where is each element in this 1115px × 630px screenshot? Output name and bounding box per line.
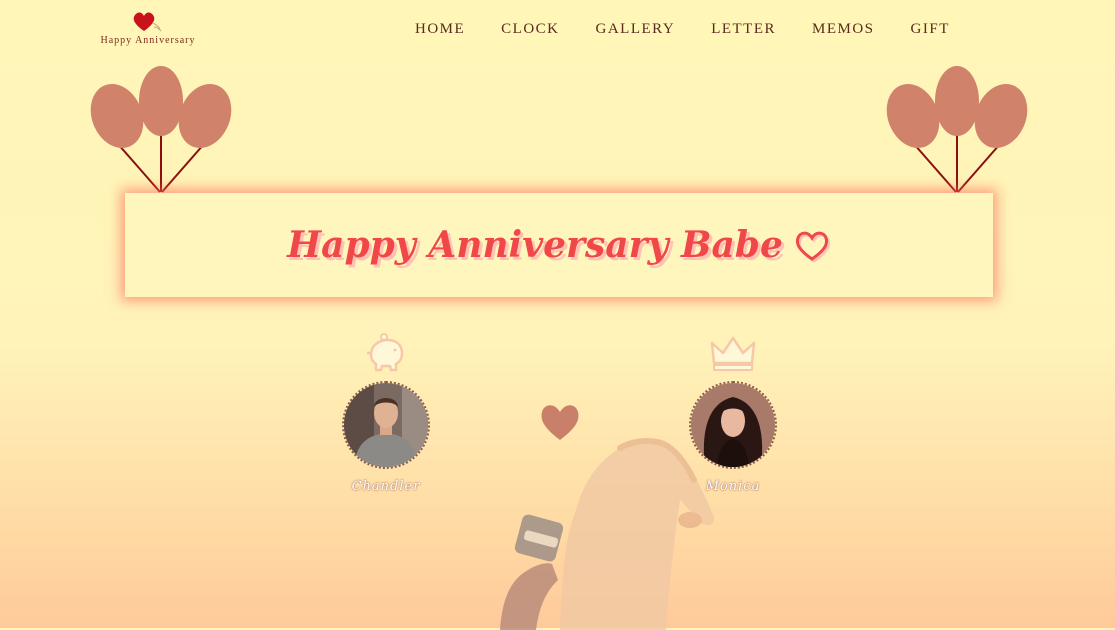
nav-clock[interactable]: CLOCK [501, 21, 559, 38]
balloons-left-icon [90, 66, 232, 193]
nav-memos[interactable]: MEMOS [812, 21, 875, 38]
nav-gift[interactable]: GIFT [911, 21, 950, 38]
heart-outline-icon [795, 231, 830, 262]
nav-letter[interactable]: LETTER [711, 21, 776, 38]
profile-chandler[interactable]: Chandler [331, 333, 441, 494]
main-nav: HOME CLOCK GALLERY LETTER MEMOS GIFT [415, 21, 950, 38]
holding-hands-image [500, 438, 715, 630]
crown-icon [710, 336, 756, 371]
balloons-right-icon [886, 66, 1028, 193]
avatar-chandler [342, 381, 430, 469]
anniversary-banner: Happy Anniversary Babe [125, 193, 993, 297]
heart-logo-icon [133, 12, 162, 32]
logo-text: Happy Anniversary [100, 35, 196, 46]
nav-gallery[interactable]: GALLERY [596, 21, 676, 38]
banner-title: Happy Anniversary Babe [287, 224, 783, 266]
piggy-bank-icon [367, 333, 404, 372]
site-logo[interactable]: Happy Anniversary [96, 9, 200, 46]
nav-home[interactable]: HOME [415, 21, 465, 38]
profile-name-chandler: Chandler [351, 479, 421, 494]
